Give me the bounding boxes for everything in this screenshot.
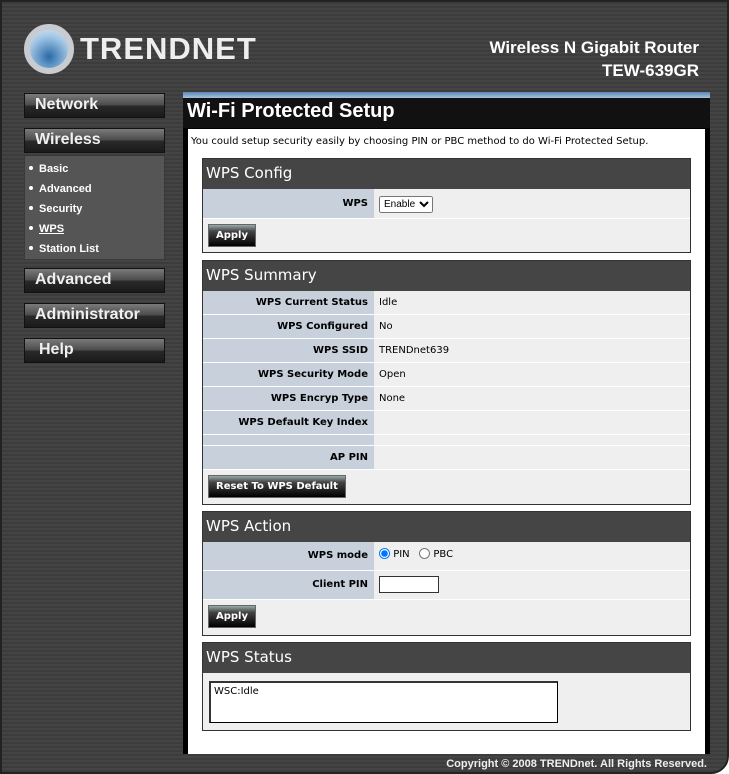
intro-text: You could setup security easily by choos… (191, 136, 649, 147)
nav-network[interactable]: Network (24, 93, 165, 118)
wireless-submenu: Basic Advanced Security WPS Station List (24, 155, 165, 260)
product-info: Wireless N Gigabit Router TEW-639GR (489, 36, 699, 82)
logo-icon (24, 24, 74, 74)
submenu-advanced[interactable]: Advanced (25, 181, 164, 201)
submenu-station-list[interactable]: Station List (25, 241, 164, 261)
submenu-basic[interactable]: Basic (25, 161, 164, 181)
nav-administrator[interactable]: Administrator (24, 303, 165, 328)
summary-row: WPS Security Mode Open (203, 363, 690, 387)
client-pin-input[interactable] (379, 576, 439, 593)
mode-pin-radio[interactable]: PIN (379, 548, 410, 560)
nav-advanced[interactable]: Advanced (24, 268, 165, 293)
section-title: WPS Summary (203, 261, 690, 291)
submenu-wps[interactable]: WPS (25, 221, 164, 241)
section-title: WPS Status (203, 643, 690, 673)
summary-row: WPS Encryp Type None (203, 387, 690, 411)
wps-status-section: WPS Status WSC:Idle (202, 642, 691, 731)
wps-mode-label: WPS mode (203, 542, 374, 570)
mode-pbc-radio[interactable]: PBC (419, 548, 453, 560)
summary-row: WPS Default Key Index (203, 411, 690, 435)
submenu-security[interactable]: Security (25, 201, 164, 221)
apply-button[interactable]: Apply (208, 224, 257, 247)
product-name: Wireless N Gigabit Router (489, 38, 699, 57)
wps-config-section: WPS Config WPS Enable Apply (202, 158, 691, 253)
wps-status-textarea[interactable]: WSC:Idle (209, 681, 558, 723)
brand-name: TRENDNET (80, 31, 257, 66)
summary-row: WPS Configured No (203, 315, 690, 339)
wps-summary-section: WPS Summary WPS Current Status Idle WPS C… (202, 260, 691, 505)
nav-wireless[interactable]: Wireless (24, 128, 165, 153)
main-panel: Wi-Fi Protected Setup You could setup se… (183, 92, 710, 754)
router-frame: TRENDNET Wireless N Gigabit Router TEW-6… (0, 0, 729, 774)
model-number: TEW-639GR (602, 61, 699, 80)
section-title: WPS Config (203, 159, 690, 189)
reset-wps-default-button[interactable]: Reset To WPS Default (208, 475, 346, 498)
client-pin-label: Client PIN (203, 571, 374, 599)
ap-pin-row: AP PIN (203, 446, 690, 470)
summary-row: WPS SSID TRENDnet639 (203, 339, 690, 363)
section-title: WPS Action (203, 512, 690, 542)
wps-label: WPS (203, 189, 374, 218)
nav-help[interactable]: Help (24, 338, 165, 363)
wps-action-section: WPS Action WPS mode PIN PBC Client PIN A… (202, 511, 691, 636)
summary-row: WPS Current Status Idle (203, 291, 690, 315)
copyright: Copyright © 2008 TRENDnet. All Rights Re… (446, 758, 707, 770)
trendnet-logo: TRENDNET (24, 24, 257, 74)
page-title: Wi-Fi Protected Setup (183, 98, 710, 128)
wps-select[interactable]: Enable (379, 196, 433, 213)
apply-action-button[interactable]: Apply (208, 605, 257, 628)
